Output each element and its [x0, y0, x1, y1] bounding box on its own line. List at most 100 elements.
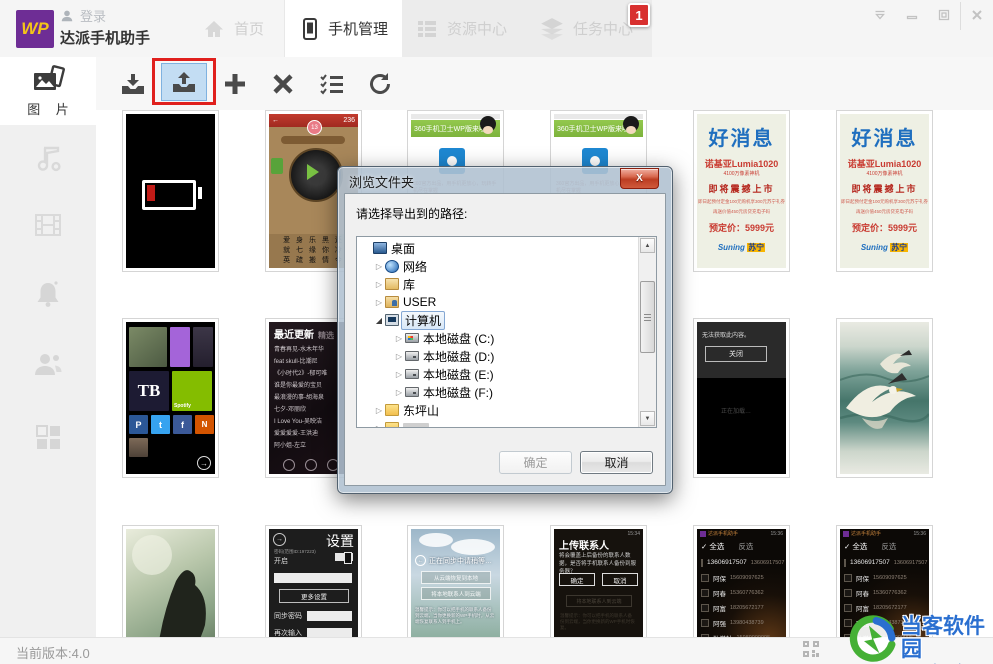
thumbnail-person-photo[interactable]: [122, 525, 219, 637]
expand-arrow-icon[interactable]: ▷: [393, 388, 405, 397]
expand-arrow-icon[interactable]: ▷: [373, 298, 385, 307]
sidebar-item-alerts[interactable]: [0, 277, 96, 311]
contact-name: 阿春: [856, 590, 869, 598]
delete-button[interactable]: [263, 64, 303, 104]
scroll-down-icon[interactable]: ▼: [640, 411, 655, 426]
tree-item-desktop[interactable]: 桌面: [359, 239, 637, 257]
thumbnail-settings[interactable]: → 设置 密码(范围ID:197223) 开启 更多设置 同步密码 再次输入: [265, 525, 362, 637]
tree-item-drive-d[interactable]: ▷ 本地磁盘 (D:): [359, 347, 637, 365]
sidebar-item-music[interactable]: [0, 142, 96, 174]
tab-resource-center-label: 资源中心: [446, 21, 507, 38]
tree-item-drive-f[interactable]: ▷ 本地磁盘 (F:): [359, 383, 637, 401]
expand-arrow-icon[interactable]: ▷: [373, 424, 385, 428]
computer-icon: [385, 314, 399, 326]
settings-title: 设置: [326, 533, 354, 549]
poster-smallprint: 再送价值450元房贷充电子码: [712, 209, 770, 214]
contact-name: 阿春: [713, 590, 726, 598]
add-button[interactable]: [215, 64, 255, 104]
expand-arrow-icon[interactable]: ▷: [373, 406, 385, 415]
scrollbar-thumb[interactable]: [640, 281, 655, 353]
sidebar-item-pictures[interactable]: 图 片: [0, 57, 96, 125]
thumbnail-contacts-1[interactable]: 达派手机助手 15:36 ✓ 全选 反选 13606917507 1360691750…: [693, 525, 790, 637]
ok-button[interactable]: 确定: [499, 451, 572, 474]
sidebar-item-video[interactable]: [0, 209, 96, 241]
tab-phone-manage[interactable]: 手机管理: [284, 0, 404, 57]
contacts-icon: [35, 354, 62, 375]
tree-item-libraries[interactable]: ▷ 库: [359, 275, 637, 293]
dialog-close-icon[interactable]: X: [620, 168, 659, 189]
battery-level: [147, 185, 155, 201]
tree-scrollbar[interactable]: ▲ ▼: [638, 237, 656, 427]
login-button[interactable]: 登录: [60, 6, 106, 25]
thumbnail-wp-home[interactable]: TB Spotify P t f N →: [122, 318, 219, 478]
qr-code-icon[interactable]: [803, 641, 819, 657]
thumbnail-poster-1[interactable]: 好消息 诺基亚Lumia1020 4100万像素神机 即将震撼上市 即日起预付定…: [693, 110, 790, 272]
close-icon[interactable]: [961, 0, 993, 30]
tree-item-clipped[interactable]: ▷: [359, 419, 637, 428]
thumbnail-upload-contacts[interactable]: 15:34 上传联系人 将会覆盖上后备份的联系人数据，是否将手机联系人备份到服务…: [550, 525, 647, 637]
upload-button[interactable]: [161, 62, 207, 101]
back-circle-icon: →: [273, 533, 286, 546]
upload-icon: [173, 71, 195, 92]
select-all-label: ✓ 全选: [844, 542, 868, 551]
minimize-icon[interactable]: [896, 0, 928, 30]
upload-title: 上传联系人: [559, 541, 609, 552]
purple-tile: [170, 327, 190, 367]
download-button[interactable]: [113, 64, 153, 104]
expand-arrow-icon[interactable]: ▷: [373, 262, 385, 271]
tree-item-computer[interactable]: ◢ 计算机: [359, 310, 637, 330]
skin-menu-icon[interactable]: [864, 0, 896, 30]
ghost-button: 将本地联系人到云端: [566, 595, 632, 607]
checklist-button[interactable]: [312, 64, 352, 104]
refresh-button[interactable]: [360, 64, 400, 104]
tree-label: 本地磁盘 (F:): [423, 385, 493, 400]
contacts-titlebar: 达派手机助手 15:36: [840, 529, 929, 538]
tree-item-folder[interactable]: ▷ 东坪山: [359, 401, 637, 419]
browse-folder-dialog: 浏览文件夹 X 请选择导出到的路径: 桌面 ▷ 网络 ▷ 库 ▷ USER ◢ …: [337, 166, 673, 494]
contact-phone: 13980438739: [730, 619, 764, 626]
tree-label: 东坪山: [403, 403, 440, 418]
thumbnail-battery[interactable]: [122, 110, 219, 272]
thumbnail-error-screen[interactable]: 无法获取此内容。 关闭 正在加载…: [693, 318, 790, 478]
song-name: I Love You-吴映洁: [274, 418, 323, 425]
tb-tile: TB: [129, 371, 169, 411]
song-name: 青春再见-水木年华: [274, 346, 324, 353]
pictures-icon: [0, 65, 96, 97]
expand-arrow-icon[interactable]: ▷: [393, 370, 405, 379]
sidebar-item-contacts[interactable]: [0, 349, 96, 379]
cancel-button[interactable]: 取消: [580, 451, 653, 474]
contact-row: 阿春 15360776362: [844, 585, 926, 600]
arrow-icon: →: [197, 456, 211, 470]
toggle-label: 开启: [274, 558, 288, 565]
select-tabs: ✓ 全选 反选: [844, 541, 896, 552]
contact-row: 13606917507 13606917507: [844, 555, 927, 570]
tree-item-user[interactable]: ▷ USER: [359, 293, 637, 311]
collapse-arrow-icon[interactable]: ◢: [373, 316, 385, 325]
settings-caption: 密码(范围ID:197223): [274, 549, 316, 554]
refresh-icon: [370, 73, 390, 94]
song-name: 七夕-邓丽欣: [274, 406, 306, 413]
sidebar-item-apps[interactable]: [0, 422, 96, 452]
scroll-up-icon[interactable]: ▲: [640, 238, 655, 253]
tree-label-selected: 计算机: [401, 310, 446, 330]
tab-resource-center[interactable]: 资源中心: [402, 0, 520, 57]
tree-item-network[interactable]: ▷ 网络: [359, 257, 637, 275]
tab-home[interactable]: 首页: [183, 0, 283, 57]
thumbnail-seagull[interactable]: [836, 318, 933, 478]
expand-arrow-icon[interactable]: ▷: [393, 334, 405, 343]
tree-item-drive-e[interactable]: ▷ 本地磁盘 (E:): [359, 365, 637, 383]
expand-arrow-icon[interactable]: ▷: [393, 352, 405, 361]
thumbnail-poster-2[interactable]: 好消息 诺基亚Lumia1020 4100万像素神机 即将震撼上市 即日起预付定…: [836, 110, 933, 272]
restore-icon[interactable]: [928, 0, 960, 30]
close-button-mini: 关闭: [705, 346, 767, 362]
more-settings-button: 更多设置: [279, 589, 349, 603]
error-message: 无法获取此内容。: [702, 333, 751, 339]
contacts-screenshot: 达派手机助手 15:36 ✓ 全选 反选 13606917507 1360691750…: [697, 529, 786, 637]
thumbnail-sync[interactable]: ← 正在同步中请稍等… 从云端恢复到本地 将本地联系人到云端 温馨提示：你可以把手…: [407, 525, 504, 637]
expand-arrow-icon[interactable]: ▷: [373, 280, 385, 289]
cloud: [451, 539, 495, 555]
tree-item-drive-c[interactable]: ▷ 本地磁盘 (C:): [359, 329, 637, 347]
sync-note: 温馨提示：你可以把手机的联系人备份到云端，当你更换新的WP手机时，从云端恢复联系…: [415, 607, 495, 624]
folder-icon: [385, 422, 399, 427]
invert-label: 反选: [881, 542, 897, 551]
